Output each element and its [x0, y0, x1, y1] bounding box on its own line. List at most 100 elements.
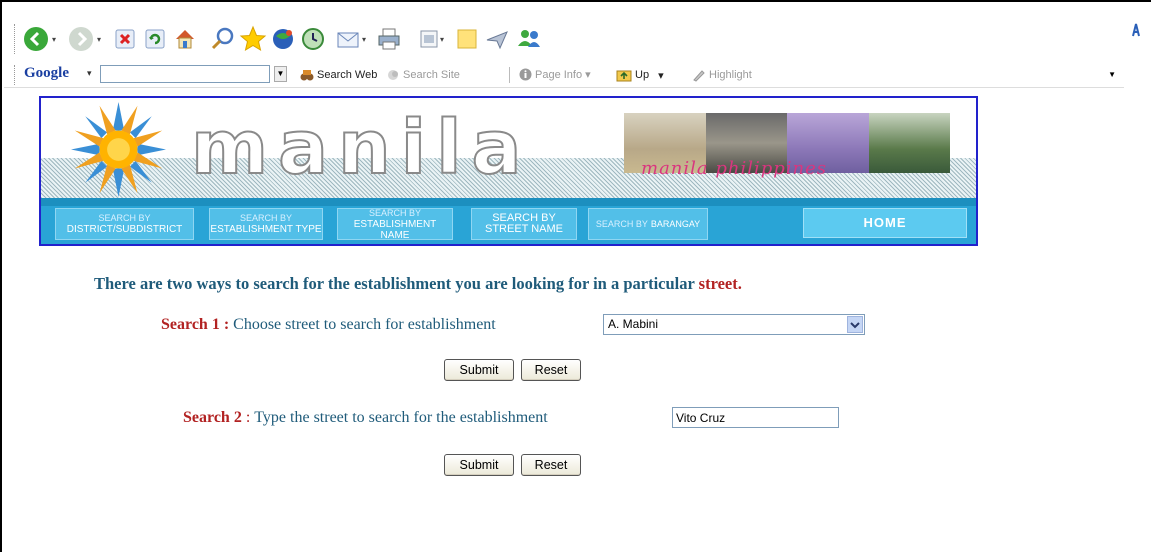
- up-button[interactable]: Up ▾: [616, 68, 664, 82]
- nav-search-establishment-name[interactable]: SEARCH BY ESTABLISHMENT NAME: [337, 208, 453, 241]
- up-label: Up: [635, 69, 650, 81]
- info-icon: [519, 68, 532, 81]
- stop-icon: [115, 29, 135, 49]
- nav-line1: SEARCH BY: [239, 213, 292, 223]
- search2-separator: :: [245, 409, 251, 426]
- search-site-label: Search Site: [403, 69, 460, 81]
- contacts-button[interactable]: [514, 24, 544, 54]
- users-icon: [518, 30, 540, 47]
- favorites-button[interactable]: [238, 24, 268, 54]
- edit-dropdown-icon[interactable]: ▾: [440, 36, 448, 44]
- history-button[interactable]: [298, 24, 328, 54]
- mail-dropdown-icon[interactable]: ▾: [362, 36, 370, 44]
- photo-park: [868, 113, 950, 173]
- street-select[interactable]: A. Mabini: [603, 314, 865, 335]
- back-dropdown-icon[interactable]: ▾: [52, 36, 60, 44]
- search-site-button[interactable]: Search Site: [386, 68, 460, 82]
- search-site-icon: [388, 70, 398, 80]
- page-info-label: Page Info: [535, 68, 583, 81]
- nav-search-street-name[interactable]: SEARCH BY STREET NAME: [471, 208, 577, 240]
- forward-button[interactable]: [66, 24, 96, 54]
- history-icon: [302, 28, 324, 50]
- google-toolbar: Google ▾ ▼ Search Web Search Site Page I…: [4, 62, 1124, 88]
- refresh-icon: [145, 29, 165, 49]
- forward-dropdown-icon[interactable]: ▾: [97, 36, 105, 44]
- toolbar-grip[interactable]: [14, 24, 16, 54]
- search2-row: Search 2 : Type the street to search for…: [183, 409, 548, 427]
- note-icon: [457, 29, 477, 49]
- toolbar-separator: [509, 67, 510, 83]
- highlight-button[interactable]: Highlight: [692, 68, 752, 82]
- up-dropdown-icon: ▾: [658, 69, 664, 82]
- search2-label: Search 2: [183, 409, 242, 426]
- stop-button[interactable]: [110, 24, 140, 54]
- nav-line2: ESTABLISHMENT TYPE: [210, 224, 322, 235]
- nav-home-button[interactable]: HOME: [803, 208, 967, 238]
- binoculars-icon: [300, 70, 314, 81]
- back-button[interactable]: [21, 24, 51, 54]
- google-menu-dropdown-icon[interactable]: ▾: [87, 68, 92, 79]
- search1-row: Search 1 : Choose street to search for e…: [161, 316, 496, 334]
- search1-submit-button[interactable]: Submit: [444, 359, 514, 381]
- nav-line2: BARANGAY: [650, 218, 701, 229]
- site-banner: manila manila philippines SEARCH BY DIST…: [39, 96, 978, 246]
- plane-icon: [486, 31, 508, 50]
- google-toolbar-grip[interactable]: [14, 65, 16, 85]
- browser-window: ▾ ▾ ▾ ▾ Google ▾ ▼ Search Web Search Sit…: [0, 0, 1151, 552]
- chevron-down-icon: [850, 321, 860, 328]
- google-search-input[interactable]: [100, 65, 270, 83]
- media-button[interactable]: [268, 24, 298, 54]
- home-button[interactable]: [170, 24, 200, 54]
- browser-toolbar: ▾ ▾ ▾ ▾: [4, 4, 1151, 62]
- edit-icon: [420, 30, 438, 48]
- search1-label: Search 1: [161, 316, 220, 333]
- page-info-button[interactable]: Page Info ▾: [519, 68, 591, 81]
- mail-button[interactable]: [334, 24, 364, 54]
- highlight-label: Highlight: [709, 69, 752, 81]
- google-logo[interactable]: Google: [24, 65, 69, 82]
- print-icon: [378, 28, 400, 50]
- search1-reset-button[interactable]: Reset: [521, 359, 581, 381]
- star-icon: [239, 25, 267, 52]
- nav-search-district[interactable]: SEARCH BY DISTRICT/SUBDISTRICT: [55, 208, 194, 240]
- nav-bar-stripe: [41, 198, 976, 206]
- search-web-label: Search Web: [317, 69, 378, 81]
- toolbar-overflow-icon[interactable]: ▼: [1108, 70, 1116, 79]
- nav-line2: STREET NAME: [484, 223, 564, 235]
- home-icon: [176, 30, 194, 49]
- search-button[interactable]: [208, 24, 238, 54]
- street-text-input[interactable]: [672, 407, 839, 428]
- google-search-dropdown-button[interactable]: ▼: [274, 66, 287, 82]
- nav-line2: ESTABLISHMENT NAME: [353, 218, 437, 241]
- intro-main: There are two ways to search for the est…: [94, 274, 699, 293]
- page-info-dropdown-icon: ▾: [585, 69, 591, 81]
- highlighter-icon: [693, 70, 705, 82]
- browser-logo-icon: [1131, 22, 1141, 38]
- search-icon: [211, 27, 234, 50]
- print-button[interactable]: [374, 24, 404, 54]
- forward-icon: [69, 27, 93, 51]
- folder-up-icon: [616, 70, 632, 82]
- messenger-button[interactable]: [482, 24, 512, 54]
- search2-reset-button[interactable]: Reset: [521, 454, 581, 476]
- photo-caption: manila philippines: [641, 158, 828, 179]
- discuss-button[interactable]: [452, 24, 482, 54]
- street-select-dropdown-button[interactable]: [847, 316, 863, 333]
- search2-submit-button[interactable]: Submit: [444, 454, 514, 476]
- sun-logo-icon: [71, 102, 166, 197]
- intro-highlight: street.: [698, 274, 742, 293]
- mail-icon: [337, 32, 359, 48]
- nav-search-establishment-type[interactable]: SEARCH BY ESTABLISHMENT TYPE: [209, 208, 323, 240]
- media-icon: [273, 29, 293, 49]
- search1-text: Choose street to search for establishmen…: [233, 316, 496, 333]
- manila-wordmark: manila: [190, 105, 532, 191]
- refresh-button[interactable]: [140, 24, 170, 54]
- search2-text: Type the street to search for the establ…: [254, 409, 548, 426]
- search1-separator: :: [223, 316, 230, 333]
- search-web-button[interactable]: Search Web: [300, 68, 377, 82]
- intro-text: There are two ways to search for the est…: [94, 274, 742, 294]
- nav-search-barangay[interactable]: SEARCH BY BARANGAY: [588, 208, 708, 240]
- nav-line1: SEARCH BY: [595, 218, 648, 229]
- nav-line2: DISTRICT/SUBDISTRICT: [66, 224, 183, 235]
- nav-line1: SEARCH BY: [98, 213, 151, 223]
